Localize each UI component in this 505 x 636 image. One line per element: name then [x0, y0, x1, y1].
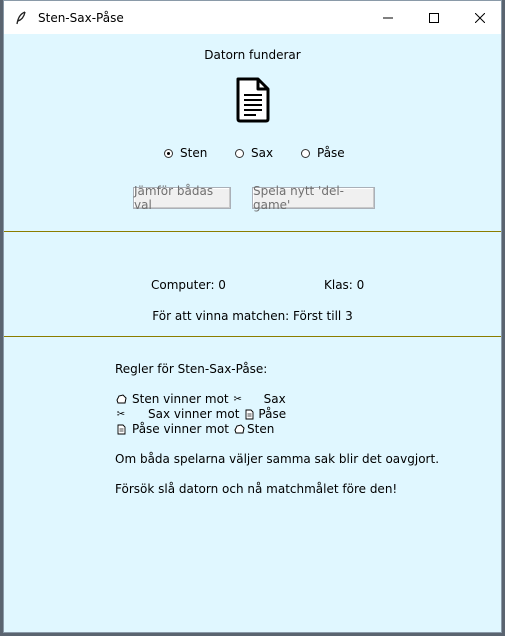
rule-text: Sax vinner mot: [148, 407, 240, 421]
window-title: Sten-Sax-Påse: [38, 10, 124, 25]
separator: [4, 336, 501, 337]
game-area: Datorn funderar Sten Sax Påse Jämför båd…: [4, 34, 501, 632]
radio-pase[interactable]: Påse: [301, 146, 345, 160]
title-bar[interactable]: Sten-Sax-Påse: [4, 1, 501, 34]
maximize-button[interactable]: [411, 1, 457, 34]
compare-button[interactable]: Jämför bådas val: [133, 184, 231, 212]
feather-icon: [10, 10, 32, 25]
separator: [4, 231, 501, 232]
close-button[interactable]: [457, 1, 503, 34]
scissors-icon: ✂: [116, 408, 126, 420]
scissors-icon: ✂: [233, 393, 242, 405]
radio-sten[interactable]: Sten: [164, 146, 207, 160]
rule-goal: Försök slå datorn och nå matchmålet före…: [115, 482, 398, 496]
rule-sax-beats-pase: ✂ Sax vinner mot Påse: [115, 407, 286, 421]
minimize-button[interactable]: [365, 1, 411, 34]
radio-sax[interactable]: Sax: [235, 146, 273, 160]
computer-status: Datorn funderar: [204, 48, 301, 62]
rule-text: Påse vinner mot: [132, 422, 230, 436]
radio-dot[interactable]: [235, 148, 244, 158]
rock-icon: [115, 393, 127, 405]
document-icon: [234, 77, 272, 126]
radio-pase-label: Påse: [317, 146, 345, 160]
game-window: Sten-Sax-Påse Datorn funderar Sten Sax P…: [3, 0, 502, 633]
document-small-icon: [115, 423, 127, 435]
rule-text: Sten vinner mot: [132, 392, 229, 406]
radio-dot[interactable]: [301, 148, 310, 158]
player-score: Klas: 0: [324, 278, 365, 292]
radio-dot-selected[interactable]: [164, 148, 173, 158]
rule-target: Sten: [247, 422, 275, 436]
rule-target: Sax: [263, 392, 286, 406]
match-goal: För att vinna matchen: Först till 3: [152, 309, 353, 323]
rule-target: Påse: [258, 407, 287, 421]
radio-sten-label: Sten: [180, 146, 208, 160]
rules-heading: Regler för Sten-Sax-Påse:: [115, 362, 268, 376]
rule-tie: Om båda spelarna väljer samma sak blir d…: [115, 452, 440, 466]
radio-sax-label: Sax: [251, 146, 274, 160]
document-small-icon: [243, 408, 255, 420]
rule-sten-beats-sax: Sten vinner mot ✂ Sax: [115, 392, 286, 406]
computer-score: Computer: 0: [151, 278, 226, 292]
rock-icon: [233, 423, 245, 435]
new-game-button[interactable]: Spela nytt 'del-game': [252, 184, 375, 212]
rule-pase-beats-sten: Påse vinner mot Sten: [115, 422, 274, 436]
